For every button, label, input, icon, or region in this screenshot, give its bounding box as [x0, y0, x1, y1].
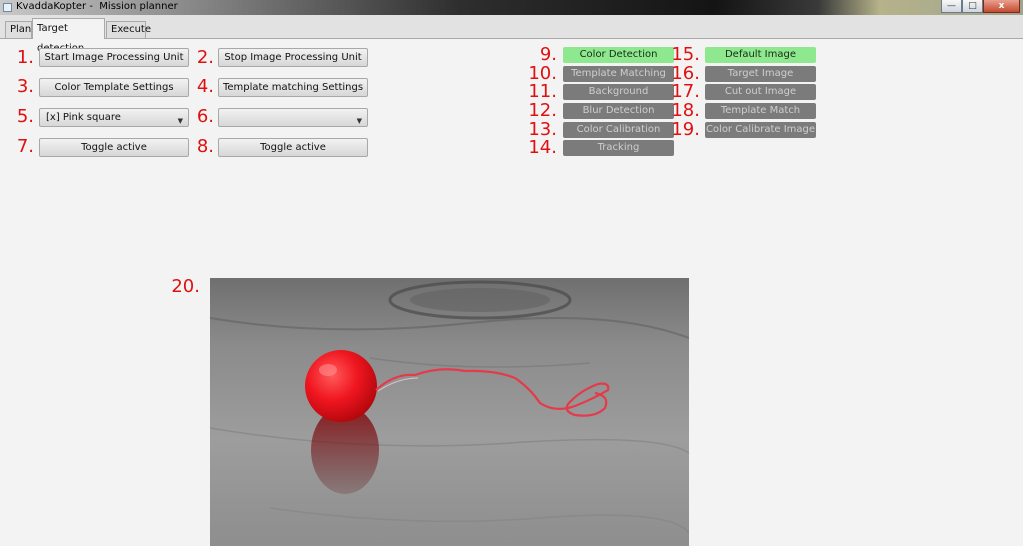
marker-9: 9. [539, 44, 557, 65]
color-calibrate-image-toggle[interactable]: Color Calibrate Image [705, 122, 816, 138]
marker-19: 19. [671, 119, 700, 140]
template-select-left-value: [x] Pink square [46, 112, 121, 123]
maximize-icon[interactable]: □ [962, 0, 983, 13]
cut-out-image-toggle[interactable]: Cut out Image [705, 84, 816, 100]
window-titlebar[interactable]: KvaddaKopter - Mission planner — □ x [0, 0, 1023, 15]
marker-6: 6. [196, 106, 214, 127]
marker-11: 11. [528, 81, 557, 102]
balloon-image [210, 278, 689, 546]
marker-3: 3. [16, 76, 34, 97]
tracking-toggle[interactable]: Tracking [563, 140, 674, 156]
target-image-toggle[interactable]: Target Image [705, 66, 816, 82]
marker-15: 15. [671, 44, 700, 65]
marker-1: 1. [16, 47, 34, 68]
marker-5: 5. [16, 106, 34, 127]
background-subtraction-toggle[interactable]: Background Subtraction [563, 84, 674, 113]
camera-image-view [210, 278, 689, 546]
blur-detection-toggle[interactable]: Blur Detection [563, 103, 674, 119]
close-icon[interactable]: x [983, 0, 1020, 13]
tab-bar: Plan Target detection Execute [0, 15, 1023, 54]
tab-target-detection[interactable]: Target detection [32, 18, 105, 54]
chevron-down-icon: ▼ [356, 117, 362, 125]
template-match-image-toggle[interactable]: Template Match Image [705, 103, 816, 132]
color-template-settings-button[interactable]: Color Template Settings [39, 78, 189, 97]
marker-18: 18. [671, 100, 700, 121]
window-title: KvaddaKopter - Mission planner [16, 1, 178, 12]
default-image-toggle[interactable]: Default Image [705, 47, 816, 63]
marker-4: 4. [196, 76, 214, 97]
minimize-icon[interactable]: — [941, 0, 962, 13]
template-matching-settings-button[interactable]: Template matching Settings [218, 78, 368, 97]
color-calibration-toggle[interactable]: Color Calibration [563, 122, 674, 138]
template-select-left[interactable]: [x] Pink square ▼ [39, 108, 189, 127]
marker-2: 2. [196, 47, 214, 68]
marker-8: 8. [196, 136, 214, 157]
color-detection-toggle[interactable]: Color Detection [563, 47, 674, 63]
toggle-active-right-button[interactable]: Toggle active [218, 138, 368, 157]
start-processing-unit-button[interactable]: Start Image Processing Unit [39, 48, 189, 67]
tab-plan[interactable]: Plan [5, 21, 32, 38]
toggle-active-left-button[interactable]: Toggle active [39, 138, 189, 157]
marker-12: 12. [528, 100, 557, 121]
marker-7: 7. [16, 136, 34, 157]
template-select-right[interactable]: ▼ [218, 108, 368, 127]
marker-17: 17. [671, 81, 700, 102]
stop-processing-unit-button[interactable]: Stop Image Processing Unit [218, 48, 368, 67]
app-icon [3, 3, 12, 12]
tab-execute[interactable]: Execute [106, 21, 151, 38]
marker-20: 20. [171, 276, 200, 297]
window-controls: — □ x [941, 0, 1020, 13]
marker-14: 14. [528, 137, 557, 158]
template-matching-toggle[interactable]: Template Matching [563, 66, 674, 82]
